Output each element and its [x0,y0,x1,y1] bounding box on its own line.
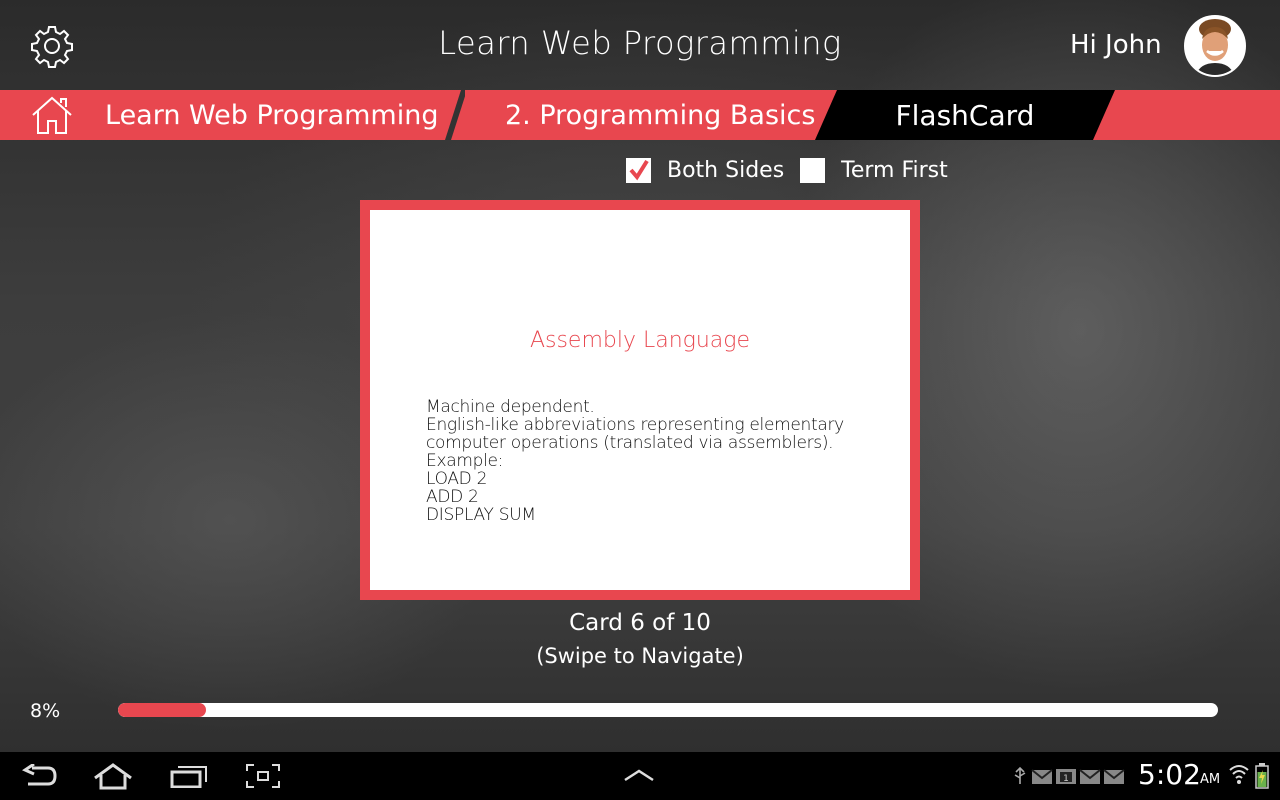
clock-ampm: AM [1200,772,1221,787]
menu-up-icon[interactable] [623,768,655,782]
gmail-icon [1103,769,1125,784]
progress-fill [118,703,206,717]
card-counter: Card 6 of 10 [569,610,711,636]
both-sides-checkbox[interactable] [626,158,651,183]
flashcard-face: Assembly Language Machine dependent. Eng… [370,210,910,590]
breadcrumb-item-course[interactable]: Learn Web Programming [105,90,438,140]
card-options: Both Sides Term First [626,158,964,183]
avatar-face-icon [1186,17,1244,75]
back-icon[interactable] [22,764,58,788]
breadcrumb-label: Learn Web Programming [105,99,439,131]
screenshot-icon[interactable] [246,764,280,788]
gmail-icon [1031,769,1053,784]
recent-apps-icon[interactable] [170,764,208,788]
flashcard[interactable]: Assembly Language Machine dependent. Eng… [360,200,920,600]
user-greeting: Hi John [1070,30,1162,60]
flashcard-term: Assembly Language [529,328,751,353]
progress-bar [118,703,1218,717]
flashcard-definition: Machine dependent. English-like abbrevia… [426,397,844,525]
home-icon[interactable] [30,94,74,136]
progress-label: 8% [30,700,61,722]
breadcrumb-label: 2. Programming Basics [505,99,816,131]
usb-icon [1014,766,1026,784]
term-first-label: Term First [841,158,948,183]
wifi-icon [1229,765,1249,784]
home-nav-icon[interactable] [93,762,133,790]
breadcrumb: Learn Web Programming 2. Programming Bas… [0,90,1280,140]
gmail-icon [1079,769,1101,784]
user-avatar[interactable] [1184,15,1246,77]
calendar-icon: 1 [1056,769,1076,784]
top-bar: Learn Web Programming Hi John [0,0,1280,90]
svg-text:1: 1 [1063,774,1069,784]
breadcrumb-item-chapter[interactable]: 2. Programming Basics [505,90,815,140]
breadcrumb-label: FlashCard [895,99,1035,132]
term-first-checkbox[interactable] [800,158,826,183]
checkmark-icon [629,159,649,181]
breadcrumb-item-flashcard[interactable]: FlashCard [815,90,1115,140]
battery-icon [1255,763,1269,789]
swipe-hint: (Swipe to Navigate) [536,644,744,668]
notification-icons[interactable]: 1 [1012,766,1136,786]
both-sides-label: Both Sides [667,158,785,183]
breadcrumb-separator [445,90,465,140]
clock-time[interactable]: 5:02 [1138,758,1201,791]
